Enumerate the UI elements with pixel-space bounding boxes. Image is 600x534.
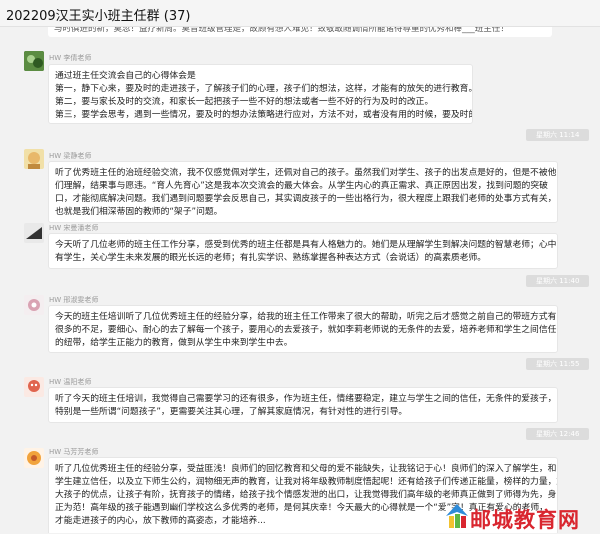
sender-name: HW 李倩老师 (49, 54, 92, 62)
sender-name: HW 温阳老师 (49, 378, 92, 386)
message-line: 也就是我们相深蒂固的教师的“架子”问题。 (55, 207, 223, 217)
avatar[interactable] (24, 149, 44, 169)
avatar[interactable] (24, 223, 44, 243)
message-line: 的纽带，给学生正能力的教育，做到从学生中来到学生中去。 (55, 338, 293, 348)
watermark: 邮城教育网 (444, 500, 600, 533)
time-stamp: 星期六 12:46 (526, 428, 590, 440)
watermark-logo-icon (446, 504, 468, 528)
avatar-image (24, 448, 44, 468)
message-line: 听了优秀班主任的治班经验交流，我不仅感觉佩对学生，还佩对自己的孩子。虽然我们对学… (55, 168, 557, 178)
message-line: 学生建立信任，以及立下师生公约，润物细无声的教育，让我对将年级教师制度悟起呢！还… (55, 477, 558, 487)
message-bubble[interactable]: 今天的班主任培训听了几位优秀班主任的经验分享，给我的班主任工作带来了很大的帮助，… (48, 305, 558, 353)
message-line: 听了今天的班主任培训，我觉得自己需要学习的还有很多，作为班主任，情绪要稳定，建立… (55, 394, 557, 404)
message-line: 很多的不足，要细心、耐心的去了解每一个孩子，要用心的去爱孩子，就如李莉老师说的无… (55, 325, 557, 335)
avatar[interactable] (24, 377, 44, 397)
chat-title: 202209汉王实小班主任群 (37) (6, 9, 191, 24)
avatar-image (24, 51, 44, 71)
time-stamp: 星期六 11:40 (526, 275, 590, 287)
watermark-text: 邮城教育网 (470, 508, 580, 532)
message-line: 第一，静下心来，要及时的走进孩子，了解孩子们的心理，孩子们的想法，这样，才能有的… (55, 84, 473, 94)
sender-name: HW 宋曼潘老师 (49, 224, 99, 232)
sender-name: HW 梁静老师 (49, 152, 92, 160)
message-line: 们理解，结果事与愿违。“育人先育心”这是我本次交流会的最大体会。从学生内心的真正… (55, 181, 548, 191)
message-bubble[interactable]: 听了今天的班主任培训，我觉得自己需要学习的还有很多，作为班主任，情绪要稳定，建立… (48, 387, 558, 423)
avatar[interactable] (24, 295, 44, 315)
avatar-image (24, 223, 44, 243)
time-stamp: 星期六 11:14 (526, 129, 590, 141)
message-line: 第二，要与家长及时的交流，和家长一起把孩子一些不好的想法或者一些不好的行为及时的… (55, 97, 434, 107)
message-line: 特别是一些所谓“问题孩子”，更需要关注其心理，了解其家庭情况，有针对性的进行引导… (55, 407, 408, 417)
title-bar: 202209汉王实小班主任群 (37) (0, 0, 600, 27)
message-line: 通过班主任交流会自己的心得体会是 (55, 71, 196, 81)
avatar-image (24, 149, 44, 169)
message-line: 口，才能彻底解决问题。我们遇到问题要学会反思自己，其实调皮孩子的一些出格行为，很… (55, 194, 557, 204)
chat-history[interactable]: 与时俱进的新，莫忽！益疗新周。莫音班级管理是，故顾有想人难见！致敬敢随调情所能诸… (0, 27, 600, 533)
message-bubble[interactable]: 通过班主任交流会自己的心得体会是 第一，静下心来，要及时的走进孩子，了解孩子们的… (48, 64, 473, 124)
message-line: 有学生，关心学生未来发展的眼光长远的老师；有扎实学识、熟练掌握各种表达方式（会说… (55, 253, 487, 263)
avatar[interactable] (24, 51, 44, 71)
message-bubble[interactable]: 听了优秀班主任的治班经验交流，我不仅感觉佩对学生，还佩对自己的孩子。虽然我们对学… (48, 161, 558, 223)
message-line: 听了几位优秀班主任的经验分享，受益匪浅！良师们的回忆教育和父母的爱不能缺失，让我… (55, 464, 557, 474)
avatar-image (24, 295, 44, 315)
avatar-image (24, 377, 44, 397)
message-line: 今天的班主任培训听了几位优秀班主任的经验分享，给我的班主任工作带来了很大的帮助，… (55, 312, 557, 322)
sender-name: HW 邢淑雯老师 (49, 296, 99, 304)
message-line: 今天听了几位老师的班主任工作分享，感受到优秀的班主任都是具有人格魅力的。她们是从… (55, 240, 557, 250)
sender-name: HW 马芳芳老师 (49, 448, 99, 456)
avatar[interactable] (24, 448, 44, 468)
message-bubble-top: 与时俱进的新，莫忽！益疗新周。莫音班级管理是，故顾有想人难见！致敬敢随调情所能诸… (48, 27, 552, 37)
message-bubble[interactable]: 今天听了几位老师的班主任工作分享，感受到优秀的班主任都是具有人格魅力的。她们是从… (48, 233, 558, 269)
message-line: 第三，要学会思考，遇到一些情况，要及时的想办法策略进行应对，方法不对，或者没有用… (55, 110, 473, 120)
time-stamp: 星期六 11:55 (526, 358, 590, 370)
